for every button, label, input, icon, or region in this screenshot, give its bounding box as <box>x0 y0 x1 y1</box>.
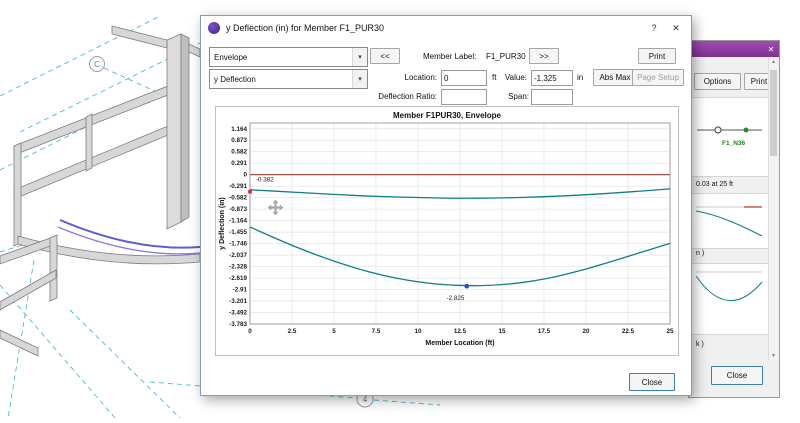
svg-text:-2.91: -2.91 <box>233 287 248 294</box>
scroll-up-icon[interactable]: ▲ <box>771 58 776 66</box>
svg-text:-1.164: -1.164 <box>229 218 247 225</box>
value-unit: in <box>577 73 583 82</box>
result-set-value: Envelope <box>214 53 247 62</box>
chevron-down-icon: ▾ <box>352 48 367 66</box>
svg-text:-2.037: -2.037 <box>229 252 247 259</box>
svg-text:0.582: 0.582 <box>231 149 247 156</box>
side-panel-close-icon[interactable]: ✕ <box>763 45 779 54</box>
svg-text:15: 15 <box>498 328 506 335</box>
mini-diagram-2 <box>691 263 769 335</box>
deflection-chart: Member F1PUR30, Envelope 1.164 0.873 0.582… <box>215 106 679 356</box>
app-icon <box>208 22 220 34</box>
selected-members[interactable] <box>58 220 200 254</box>
svg-text:1.164: 1.164 <box>231 126 247 133</box>
scrollbar-thumb[interactable] <box>770 70 777 156</box>
svg-text:2.5: 2.5 <box>288 328 297 335</box>
grid-bubble-4-label: 4 <box>363 395 368 404</box>
svg-text:0.873: 0.873 <box>231 137 247 144</box>
panel-scrollbar[interactable]: ▲ ▼ <box>768 58 778 360</box>
svg-text:10: 10 <box>414 328 422 335</box>
panel-close-button[interactable]: Close <box>711 366 763 385</box>
value-label: Value: <box>497 73 527 82</box>
svg-text:0: 0 <box>243 172 247 179</box>
axis-label-fragment-1: n ) <box>696 250 704 257</box>
svg-text:0.291: 0.291 <box>231 160 247 167</box>
panel-result-annotation: 0.03 at 25 ft <box>696 181 733 188</box>
svg-text:12.5: 12.5 <box>454 328 467 335</box>
selected-node-icon <box>744 128 749 133</box>
svg-text:5: 5 <box>332 328 336 335</box>
svg-text:-0.582: -0.582 <box>229 195 247 202</box>
svg-text:20: 20 <box>582 328 590 335</box>
node-label: F1_N36 <box>722 140 745 147</box>
svg-text:-2.619: -2.619 <box>229 275 247 282</box>
result-set-combobox[interactable]: Envelope ▾ <box>209 47 368 67</box>
svg-text:7.5: 7.5 <box>372 328 381 335</box>
svg-text:-0.873: -0.873 <box>229 206 247 213</box>
location-unit: ft <box>492 73 496 82</box>
result-type-combobox[interactable]: y Deflection ▾ <box>209 69 368 89</box>
svg-text:-2.825: -2.825 <box>447 295 465 302</box>
svg-text:-2.328: -2.328 <box>229 264 247 271</box>
svg-text:25: 25 <box>666 328 674 335</box>
dialog-close-icon[interactable]: ✕ <box>665 18 687 38</box>
dialog-close-button[interactable]: Close <box>629 373 675 391</box>
prev-member-button[interactable]: << <box>370 48 400 64</box>
svg-text:-1.455: -1.455 <box>229 229 247 236</box>
svg-text:-0.291: -0.291 <box>229 183 247 190</box>
steel-members <box>0 26 200 356</box>
side-panel-titlebar[interactable]: ✕ <box>689 41 779 57</box>
svg-text:-0.382: -0.382 <box>256 176 274 183</box>
grid-bubble-c-label: C <box>94 60 100 69</box>
abs-max-button[interactable]: Abs Max <box>593 69 637 86</box>
location-input[interactable] <box>441 70 487 86</box>
svg-text:0: 0 <box>248 328 252 335</box>
page-setup-button[interactable]: Page Setup <box>632 69 684 86</box>
svg-text:-3.783: -3.783 <box>229 321 247 328</box>
svg-text:Member Location (ft): Member Location (ft) <box>425 340 494 347</box>
span-label: Span: <box>491 92 529 101</box>
deflection-ratio-input[interactable] <box>441 89 487 105</box>
svg-text:y Deflection (in): y Deflection (in) <box>219 197 226 250</box>
svg-text:-1.746: -1.746 <box>229 241 247 248</box>
scroll-down-icon[interactable]: ▼ <box>771 352 776 360</box>
chart-title: Member F1PUR30, Envelope <box>216 111 678 120</box>
results-side-panel: ✕ Options Print F1_N36 0.03 at 25 ft n )… <box>688 40 780 398</box>
axis-label-fragment-2: k ) <box>696 341 704 348</box>
result-type-value: y Deflection <box>214 75 256 84</box>
member-label-value: F1_PUR30 <box>486 52 526 61</box>
help-button[interactable]: ? <box>643 18 665 38</box>
mini-diagram-1 <box>691 193 769 249</box>
move-cursor-icon <box>268 200 283 220</box>
member-label-caption: Member Label: <box>423 52 476 61</box>
dialog-title: y Deflection (in) for Member F1_PUR30 <box>226 23 643 33</box>
deflection-plot[interactable]: 1.164 0.873 0.582 0.291 0 -0.291 -0.582 -0.873 -… <box>216 120 676 350</box>
svg-text:22.5: 22.5 <box>622 328 635 335</box>
node-marker-icon <box>715 127 721 133</box>
member-node-diagram: F1_N36 <box>691 97 769 177</box>
location-label: Location: <box>361 73 437 82</box>
svg-text:-3.492: -3.492 <box>229 310 247 317</box>
value-input[interactable] <box>531 70 573 86</box>
svg-text:-3.201: -3.201 <box>229 298 247 305</box>
options-button[interactable]: Options <box>694 73 741 90</box>
print-button[interactable]: Print <box>638 48 676 64</box>
span-input[interactable] <box>531 89 573 105</box>
deflection-ratio-label: Deflection Ratio: <box>331 92 437 101</box>
next-member-button[interactable]: >> <box>529 48 559 64</box>
dialog-titlebar[interactable]: y Deflection (in) for Member F1_PUR30 ? … <box>201 16 691 40</box>
svg-text:17.5: 17.5 <box>538 328 551 335</box>
